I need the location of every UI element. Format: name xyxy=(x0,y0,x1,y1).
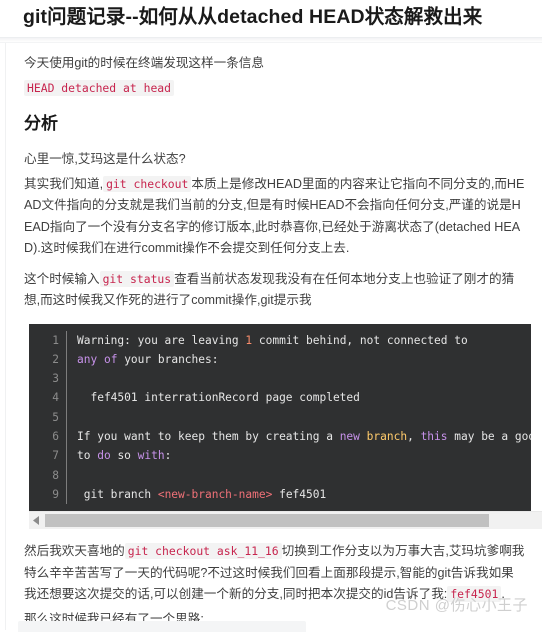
code-line-number: 3 xyxy=(52,372,59,386)
article-header: git问题记录--如何从从detached HEAD状态解救出来 xyxy=(0,0,542,37)
code-token: to xyxy=(77,449,98,463)
code-token: may be a good time xyxy=(454,429,531,443)
inline-code-git-checkout: git checkout xyxy=(103,175,192,192)
section-heading-analysis: 分析 xyxy=(24,114,58,133)
code-line-number: 6 xyxy=(52,429,59,443)
code-line-number: 7 xyxy=(52,449,59,463)
code-line-number: 4 xyxy=(52,391,59,405)
code-token: , xyxy=(407,429,421,443)
code-token: If you want to keep them by creating a xyxy=(77,429,340,443)
code-line: If you want to keep them by creating a n… xyxy=(77,427,531,446)
code-token: fef4501 interrationRecord page completed xyxy=(77,391,360,405)
head-detached-code-line: HEAD detached at head xyxy=(24,78,526,100)
code-line: git branch <new-branch-name> fef4501 xyxy=(77,485,531,504)
code-line-number: 5 xyxy=(52,410,59,424)
code-token: this xyxy=(420,429,448,443)
code-horizontal-scrollbar[interactable] xyxy=(29,511,542,530)
scrollbar-thumb[interactable] xyxy=(45,514,490,528)
analysis-p2-prefix: 其实我们知道, xyxy=(24,176,104,191)
analysis-paragraph-2: 其实我们知道, git checkout 本质上是修改HEAD里面的内容来让它指向不… xyxy=(24,174,526,260)
code-block[interactable]: 1 2 3 4 5 6 7 8 9 Warning: you are leaving 1 com… xyxy=(29,323,531,512)
code-token: do xyxy=(97,449,111,463)
code-line-numbers: 1 2 3 4 5 6 7 8 9 xyxy=(29,330,67,505)
code-token: new xyxy=(339,429,360,443)
csdn-watermark: CSDN @伤心小王子 xyxy=(385,597,528,614)
inline-code-head-detached: HEAD detached at head xyxy=(24,79,175,96)
inline-code-git-checkout-branch: git checkout ask_11_16 xyxy=(124,543,282,560)
code-token: : xyxy=(164,449,172,463)
code-token: commit behind, not connected to xyxy=(252,333,468,347)
code-token: with xyxy=(137,449,165,463)
article-content: 今天使用git的时候在终端发现这样一条信息 HEAD detached at h… xyxy=(6,43,542,630)
scrollbar-track[interactable] xyxy=(45,512,542,530)
conclusion-p1-prefix: 然后我欢天喜地的 xyxy=(24,544,125,559)
code-block-content: Warning: you are leaving 1 commit behind… xyxy=(67,331,531,505)
code-line-number: 8 xyxy=(52,468,59,482)
code-line: Warning: you are leaving 1 commit behind… xyxy=(77,331,531,350)
code-token: your branches: xyxy=(117,352,219,366)
bottom-partial-block xyxy=(18,621,306,632)
intro-paragraph: 今天使用git的时候在终端发现这样一条信息 xyxy=(24,53,526,75)
code-token: fef4501 xyxy=(272,487,327,501)
scrollbar-left-arrow[interactable] xyxy=(29,512,45,529)
intro-text: 今天使用git的时候在终端发现这样一条信息 xyxy=(24,56,264,70)
article-page: git问题记录--如何从从detached HEAD状态解救出来 今天使用git… xyxy=(0,0,542,632)
left-border-rule xyxy=(5,43,6,631)
code-line-number: 2 xyxy=(52,352,59,366)
code-token: any xyxy=(77,352,98,366)
analysis-paragraph-1: 心里一惊,艾玛这是什么状态? xyxy=(24,149,526,171)
code-line-number: 9 xyxy=(52,487,59,501)
code-token: of xyxy=(103,352,118,366)
code-line: fef4501 interrationRecord page completed xyxy=(77,388,531,407)
code-token: git branch xyxy=(77,487,158,501)
analysis-paragraph-3: 这个时候输入 git status 查看当前状态发现我没有在任何本地分支上也验证了刚… xyxy=(24,269,526,312)
code-token: <new-branch-name> xyxy=(157,487,273,501)
code-token: Warning: you are leaving xyxy=(77,333,246,347)
code-line: to do so with: xyxy=(77,446,531,465)
code-block-inner: 1 2 3 4 5 6 7 8 9 Warning: you are leaving 1 com… xyxy=(29,324,531,512)
page-title: git问题记录--如何从从detached HEAD状态解救出来 xyxy=(23,6,483,28)
analysis-p1-text: 心里一惊,艾玛这是什么状态? xyxy=(24,152,186,166)
content-wrapper: 今天使用git的时候在终端发现这样一条信息 HEAD detached at h… xyxy=(0,43,542,631)
code-line-number: 1 xyxy=(52,333,59,347)
code-token: so xyxy=(110,449,138,463)
code-line: any of your branches: xyxy=(77,350,531,369)
code-token: branch xyxy=(366,429,408,443)
analysis-p3-prefix: 这个时候输入 xyxy=(24,271,100,286)
inline-code-git-status: git status xyxy=(99,270,175,287)
